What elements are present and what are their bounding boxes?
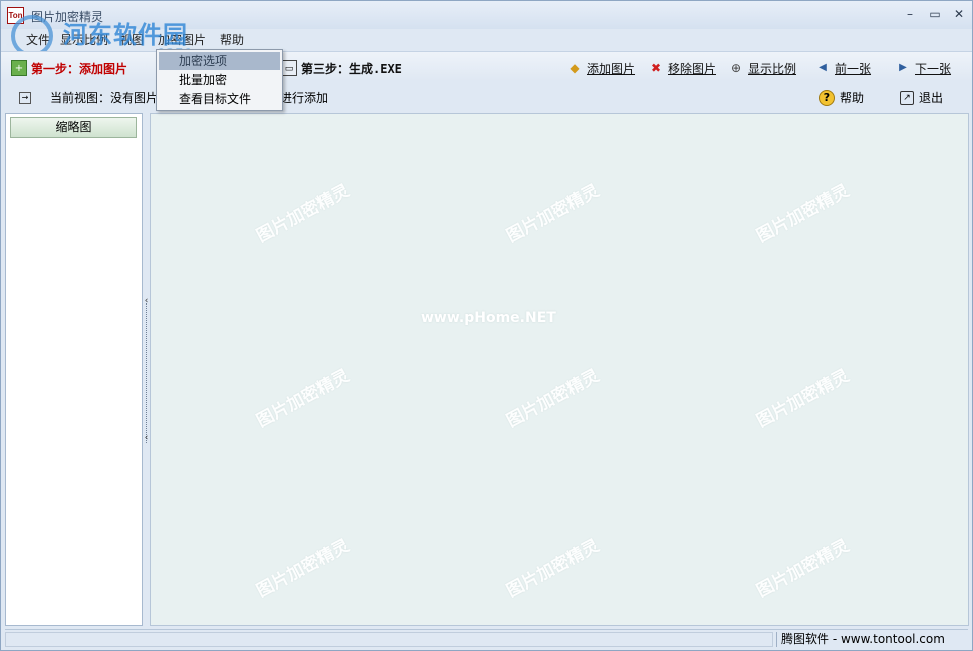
remove-image-button[interactable]: ✖ 移除图片 xyxy=(648,58,716,78)
exit-label: 退出 xyxy=(919,91,944,105)
content-watermark: 图片加密精灵 xyxy=(753,180,853,247)
window-title: 图片加密精灵 xyxy=(31,10,104,24)
previous-image-label: 前一张 xyxy=(835,61,872,76)
close-button[interactable]: ✕ xyxy=(948,6,970,22)
current-view-text: 当前视图：没有图片 xyxy=(50,91,159,105)
current-view-hint: 进行添加 xyxy=(280,89,328,106)
image-view-area[interactable]: 图片加密精灵 图片加密精灵 图片加密精灵 www.pHome.NET 图片加密精… xyxy=(150,113,969,626)
status-bar: 腾图软件 - www.tontool.com xyxy=(5,629,968,648)
add-image-label: 添加图片 xyxy=(587,61,636,76)
help-button[interactable]: ? 帮助 xyxy=(819,89,864,106)
current-view-hint-text: 进行添加 xyxy=(280,91,329,105)
content-watermark: 图片加密精灵 xyxy=(753,365,853,432)
collapse-left-icon-lower[interactable]: ‹ xyxy=(143,433,150,443)
content-watermark: 图片加密精灵 xyxy=(503,365,603,432)
minimize-button[interactable]: – xyxy=(899,6,921,22)
exit-icon: ↗ xyxy=(900,90,914,105)
add-image-button[interactable]: ◆ 添加图片 xyxy=(567,58,635,78)
help-label: 帮助 xyxy=(840,91,865,105)
status-bar-vendor: 腾图软件 - www.tontool.com xyxy=(776,632,966,647)
step3-build-exe-button[interactable]: ▭ 第三步：生成.EXE xyxy=(281,58,402,78)
panel-splitter[interactable]: ‹ ‹ xyxy=(143,113,150,626)
step3-label: 第三步：生成.EXE xyxy=(301,61,402,76)
thumbnail-panel: 缩略图 xyxy=(5,113,143,626)
folder-add-icon: ◆ xyxy=(570,61,580,75)
next-image-button[interactable]: ▶ 下一张 xyxy=(895,58,951,78)
chevron-right-icon: ▶ xyxy=(899,62,907,73)
menu-item-view-target-file[interactable]: 查看目标文件 xyxy=(159,90,280,108)
tab-thumbnails[interactable]: 缩略图 xyxy=(10,117,137,138)
menu-help[interactable]: 帮助 xyxy=(217,31,247,48)
content-watermark: 图片加密精灵 xyxy=(253,180,353,247)
splitter-grip xyxy=(146,303,147,443)
display-ratio-label: 显示比例 xyxy=(748,61,797,76)
remove-icon: ✖ xyxy=(650,61,662,75)
menu-display-ratio[interactable]: 显示比例 xyxy=(57,31,111,48)
monitor-icon: ▭ xyxy=(281,60,297,76)
content-watermark: 图片加密精灵 xyxy=(503,180,603,247)
step1-add-image-button[interactable]: + 第一步：添加图片 xyxy=(11,58,127,78)
view-status-line: → 当前视图：没有图片 进行添加 ? 帮助 ↗ 退出 xyxy=(1,85,972,109)
app-window: Ton 图片加密精灵 – ▭ ✕ 文件 显示比例 视图 加密图片 帮助 河东软件… xyxy=(0,0,973,651)
step1-label: 第一步：添加图片 xyxy=(31,61,128,76)
help-icon: ? xyxy=(819,89,835,106)
maximize-button[interactable]: ▭ xyxy=(924,6,946,22)
arrow-in-icon: → xyxy=(19,91,31,104)
chevron-left-icon: ◀ xyxy=(819,62,827,73)
status-bar-message-pane xyxy=(5,632,773,647)
menu-file[interactable]: 文件 xyxy=(23,31,53,48)
menu-encrypt-image[interactable]: 加密图片 xyxy=(155,31,209,48)
next-image-label: 下一张 xyxy=(915,61,952,76)
display-ratio-button[interactable]: ⊕ 显示比例 xyxy=(728,58,796,78)
menu-item-batch-encrypt[interactable]: 批量加密 xyxy=(159,71,280,89)
content-watermark: 图片加密精灵 xyxy=(753,535,853,602)
site-url-watermark: www.pHome.NET xyxy=(421,310,556,326)
current-view-status: → 当前视图：没有图片 xyxy=(19,89,158,106)
encrypt-image-menu: 加密选项 批量加密 查看目标文件 xyxy=(156,49,283,111)
exit-button[interactable]: ↗ 退出 xyxy=(900,89,943,106)
menu-item-encrypt-options[interactable]: 加密选项 xyxy=(159,52,280,70)
app-icon: Ton xyxy=(7,7,24,24)
content-watermark: 图片加密精灵 xyxy=(503,535,603,602)
previous-image-button[interactable]: ◀ 前一张 xyxy=(815,58,871,78)
title-bar[interactable]: Ton 图片加密精灵 – ▭ ✕ xyxy=(1,1,972,29)
toolbar: + 第一步：添加图片 ▭ 第三步：生成.EXE ◆ 添加图片 ✖ 移除图片 ⊕ … xyxy=(1,51,972,81)
remove-image-label: 移除图片 xyxy=(668,61,717,76)
menu-view[interactable]: 视图 xyxy=(117,31,147,48)
content-watermark: 图片加密精灵 xyxy=(253,535,353,602)
menu-bar: 文件 显示比例 视图 加密图片 帮助 xyxy=(1,29,972,49)
add-image-icon: + xyxy=(11,60,27,76)
zoom-icon: ⊕ xyxy=(730,61,742,75)
content-watermark: 图片加密精灵 xyxy=(253,365,353,432)
